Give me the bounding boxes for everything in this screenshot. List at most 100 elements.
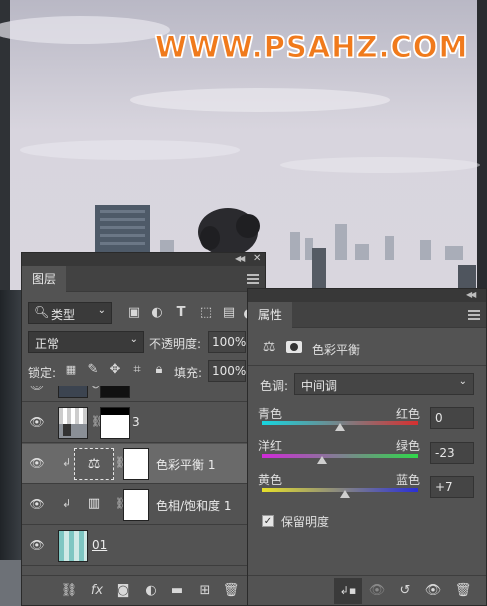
layers-bottom-bar: ⛓ fx ◙ ◐ ▬ ⊞ 🗑︎ (22, 575, 265, 605)
slider-right-label: 绿色 (396, 439, 421, 453)
chevron-down-icon: ⌄ (458, 376, 467, 387)
mask-icon[interactable] (286, 341, 302, 353)
chevron-down-icon: ⌄ (97, 305, 106, 316)
fx-icon[interactable]: fx (88, 582, 106, 600)
layer-name: 3 (132, 415, 140, 429)
layer-row[interactable]: 👁︎ ⊘ (22, 386, 265, 402)
search-icon: 🔍︎ (34, 305, 50, 319)
shape-filter-icon[interactable]: ⬚ (197, 304, 215, 322)
mask-thumbnail (100, 407, 130, 439)
slider-left-label: 青色 (258, 407, 283, 421)
layer-name: 01 (92, 538, 108, 552)
layer-list: 👁︎ ⊘ 👁︎ ⛓ 3 👁︎ ↲ ⚖ ⛓ 色彩平衡 1 (22, 386, 265, 576)
opacity-input[interactable]: 100% (208, 331, 246, 353)
clip-to-layer-button[interactable]: ↲▪ (334, 578, 362, 604)
layer-row[interactable]: 👁︎ 01 (22, 526, 265, 566)
reset-icon[interactable]: ↺ (396, 582, 414, 600)
fill-label: 填充: (174, 366, 203, 380)
balance-scale-icon: ⚖ (74, 448, 114, 480)
visibility-eye-icon[interactable]: 👁︎ (29, 415, 45, 429)
mask-thumbnail (100, 386, 130, 398)
link-icon[interactable]: ⛓ (60, 582, 78, 600)
mask-icon[interactable]: ◙ (114, 582, 132, 600)
collapse-icon[interactable]: ◀◀ (235, 254, 245, 263)
layer-name: 色彩平衡 1 (156, 458, 216, 472)
hue-saturation-icon: ▥ (87, 496, 101, 511)
blend-mode-select[interactable]: 正常 ⌄ (28, 331, 144, 353)
watermark-text: WWW.PSAHZ.COM (154, 30, 469, 65)
layers-panel: ◀◀ ✕ 图层 🔍︎ 类型 ⌄ ▣ ◐ T ⬚ ▤ 正常 ⌄ 不透明度: 100… (21, 252, 266, 606)
mask-thumbnail (123, 489, 149, 521)
cyan-red-input[interactable]: 0 (430, 407, 474, 429)
properties-panel: ◀◀ 属性 ⚖ 色彩平衡 色调: 中间调 ⌄ 青色 红色 0 洋红 绿色 -23… (247, 288, 487, 606)
tab-properties[interactable]: 属性 (248, 302, 293, 328)
panel-menu-icon[interactable] (247, 274, 259, 284)
slider-right-label: 蓝色 (396, 473, 421, 487)
slider-handle[interactable] (317, 456, 328, 464)
smart-object-filter-icon[interactable]: ▤ (220, 304, 238, 322)
close-icon[interactable]: ✕ (253, 253, 261, 264)
tab-layers[interactable]: 图层 (22, 266, 67, 292)
visibility-eye-icon[interactable]: 👁︎ (29, 538, 45, 552)
clip-to-layer-icon: ↲▪ (339, 584, 357, 597)
layers-panel-topbar[interactable]: ◀◀ ✕ (22, 253, 265, 266)
lock-transparent-icon[interactable]: ▦ (62, 361, 80, 379)
slider-handle[interactable] (340, 490, 351, 498)
visibility-eye-icon[interactable]: 👁︎ (29, 386, 45, 392)
lock-pixels-icon[interactable]: ✎ (84, 361, 102, 379)
preserve-luminosity-checkbox[interactable]: ✓ (262, 515, 274, 527)
lock-position-icon[interactable]: ✥ (106, 361, 124, 379)
mask-thumbnail (123, 448, 149, 480)
yellow-blue-input[interactable]: +7 (430, 476, 474, 498)
fill-input[interactable]: 100% (208, 360, 246, 382)
clip-arrow-icon: ↲ (62, 497, 72, 510)
layer-thumbnail (58, 407, 88, 439)
adjustment-icon[interactable]: ◐ (142, 582, 160, 600)
tone-value: 中间调 (301, 379, 338, 393)
slider-handle[interactable] (335, 423, 345, 431)
balance-scale-icon: ⚖ (262, 339, 276, 355)
properties-tabrow: 属性 (248, 302, 486, 328)
magenta-green-slider[interactable] (262, 454, 418, 458)
trash-icon[interactable]: 🗑︎ (222, 582, 240, 600)
magenta-green-input[interactable]: -23 (430, 442, 474, 464)
filter-kind-select[interactable]: 🔍︎ 类型 ⌄ (28, 302, 112, 324)
blend-mode-value: 正常 (35, 337, 60, 351)
image-filter-icon[interactable]: ▣ (125, 304, 143, 322)
layer-row-selected[interactable]: 👁︎ ↲ ⚖ ⛓ 色彩平衡 1 (22, 444, 265, 484)
type-filter-icon[interactable]: T (172, 304, 190, 322)
view-previous-icon[interactable]: 👁︎ (368, 582, 386, 600)
new-layer-icon[interactable]: ⊞ (196, 582, 214, 600)
layer-thumbnail (58, 530, 88, 562)
trash-icon[interactable]: 🗑︎ (454, 582, 472, 600)
slider-left-label: 洋红 (258, 439, 283, 453)
link-chain-icon: ⊘ (91, 386, 100, 391)
properties-header: ⚖ 色彩平衡 (248, 332, 486, 366)
visibility-eye-icon[interactable]: 👁︎ (29, 497, 45, 511)
tone-label: 色调: (260, 379, 289, 393)
adjustment-filter-icon[interactable]: ◐ (148, 304, 166, 322)
visibility-eye-icon[interactable]: 👁︎ (29, 456, 45, 470)
lock-all-icon[interactable]: 🔒︎ (150, 361, 168, 379)
panel-menu-icon[interactable] (468, 310, 480, 320)
properties-panel-topbar[interactable]: ◀◀ (248, 289, 486, 302)
slider-right-label: 红色 (396, 407, 421, 421)
layer-row[interactable]: 👁︎ ⛓ 3 (22, 403, 265, 443)
chevron-down-icon: ⌄ (129, 334, 138, 345)
layer-thumbnail (58, 386, 88, 398)
slider-left-label: 黄色 (258, 473, 283, 487)
lock-label: 锁定: (28, 366, 57, 380)
layer-row[interactable]: 👁︎ ↲ ▥ ⛓ 色相/饱和度 1 (22, 485, 265, 525)
properties-title: 色彩平衡 (312, 343, 361, 357)
properties-bottom-bar: ↲▪ 👁︎ ↺ 👁︎ 🗑︎ (248, 575, 486, 605)
collapse-icon[interactable]: ◀◀ (466, 290, 476, 299)
opacity-label: 不透明度: (149, 337, 202, 351)
visibility-eye-icon[interactable]: 👁︎ (424, 582, 442, 600)
tone-select[interactable]: 中间调 ⌄ (294, 373, 474, 395)
layers-tabrow: 图层 (22, 266, 265, 292)
clip-arrow-icon: ↲ (62, 456, 72, 469)
preserve-luminosity-label: 保留明度 (281, 515, 330, 529)
lock-artboard-icon[interactable]: ⌗ (128, 361, 146, 379)
layer-name: 色相/饱和度 1 (156, 499, 232, 513)
folder-icon[interactable]: ▬ (168, 582, 186, 600)
